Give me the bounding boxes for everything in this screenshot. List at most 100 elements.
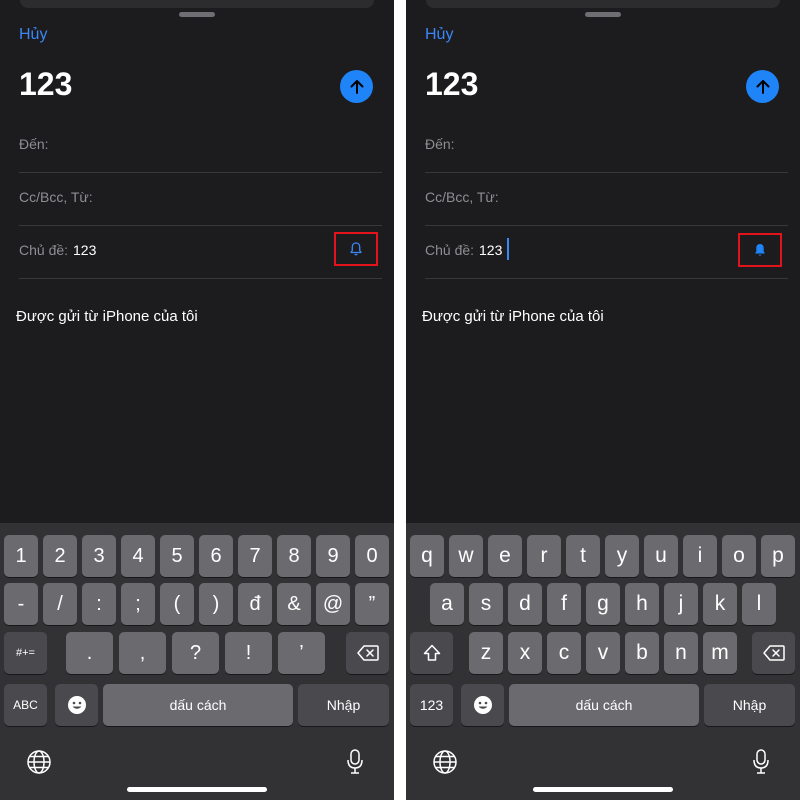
key-3[interactable]: 3: [82, 535, 116, 577]
subject-field[interactable]: Chủ đề: 123: [19, 226, 382, 279]
key-6[interactable]: 6: [199, 535, 233, 577]
key-close-paren[interactable]: ): [199, 583, 233, 625]
key-x[interactable]: x: [508, 632, 542, 674]
subject-value[interactable]: 123: [73, 242, 96, 258]
cancel-button[interactable]: Hủy: [19, 26, 47, 44]
key-hyphen[interactable]: -: [4, 583, 38, 625]
key-b[interactable]: b: [625, 632, 659, 674]
globe-button[interactable]: [25, 748, 53, 776]
key-l[interactable]: l: [742, 583, 776, 625]
key-5[interactable]: 5: [160, 535, 194, 577]
emoji-key[interactable]: [461, 684, 504, 726]
key-q[interactable]: q: [410, 535, 444, 577]
key-dong[interactable]: đ: [238, 583, 272, 625]
key-j[interactable]: j: [664, 583, 698, 625]
globe-icon: [27, 750, 51, 774]
key-z[interactable]: z: [469, 632, 503, 674]
email-body-signature[interactable]: Được gửi từ iPhone của tôi: [422, 308, 604, 325]
key-period[interactable]: .: [66, 632, 113, 674]
key-question[interactable]: ?: [172, 632, 219, 674]
shift-icon: [423, 644, 440, 661]
key-e[interactable]: e: [488, 535, 522, 577]
shift-key[interactable]: [410, 632, 453, 674]
key-comma[interactable]: ,: [119, 632, 166, 674]
globe-icon: [433, 750, 457, 774]
key-1[interactable]: 1: [4, 535, 38, 577]
abc-toggle-key[interactable]: ABC: [4, 684, 47, 726]
globe-button[interactable]: [431, 748, 459, 776]
cancel-button[interactable]: Hủy: [425, 26, 453, 44]
key-ampersand[interactable]: &: [277, 583, 311, 625]
delete-key[interactable]: [346, 632, 389, 674]
key-colon[interactable]: :: [82, 583, 116, 625]
key-o[interactable]: o: [722, 535, 756, 577]
key-c[interactable]: c: [547, 632, 581, 674]
key-slash[interactable]: /: [43, 583, 77, 625]
key-8[interactable]: 8: [277, 535, 311, 577]
cc-bcc-label: Cc/Bcc, Từ:: [425, 189, 499, 205]
key-4[interactable]: 4: [121, 535, 155, 577]
key-d[interactable]: d: [508, 583, 542, 625]
key-quote[interactable]: ”: [355, 583, 389, 625]
return-key[interactable]: Nhập: [704, 684, 795, 726]
numbers-toggle-key[interactable]: 123: [410, 684, 453, 726]
key-9[interactable]: 9: [316, 535, 350, 577]
dictation-button[interactable]: [747, 748, 775, 776]
home-indicator[interactable]: [127, 787, 267, 792]
key-i[interactable]: i: [683, 535, 717, 577]
emoji-icon: [473, 696, 492, 714]
to-field[interactable]: Đến:: [425, 120, 788, 173]
compose-title: 123: [425, 66, 479, 102]
space-key[interactable]: dấu cách: [509, 684, 699, 726]
key-g[interactable]: g: [586, 583, 620, 625]
text-cursor: [507, 238, 509, 260]
key-v[interactable]: v: [586, 632, 620, 674]
key-p[interactable]: p: [761, 535, 795, 577]
key-k[interactable]: k: [703, 583, 737, 625]
return-key[interactable]: Nhập: [298, 684, 389, 726]
send-button[interactable]: [340, 70, 373, 103]
key-0[interactable]: 0: [355, 535, 389, 577]
send-button[interactable]: [746, 70, 779, 103]
delete-key[interactable]: [752, 632, 795, 674]
compose-title: 123: [19, 66, 73, 102]
key-f[interactable]: f: [547, 583, 581, 625]
emoji-key[interactable]: [55, 684, 98, 726]
key-u[interactable]: u: [644, 535, 678, 577]
backspace-icon: [356, 645, 379, 661]
key-semicolon[interactable]: ;: [121, 583, 155, 625]
key-apostrophe[interactable]: ’: [278, 632, 325, 674]
symbols-toggle-key[interactable]: #+=: [4, 632, 47, 674]
background-sheet: [426, 0, 780, 8]
key-open-paren[interactable]: (: [160, 583, 194, 625]
background-sheet: [20, 0, 374, 8]
sheet-grabber[interactable]: [585, 12, 621, 17]
key-at[interactable]: @: [316, 583, 350, 625]
key-n[interactable]: n: [664, 632, 698, 674]
key-s[interactable]: s: [469, 583, 503, 625]
space-key[interactable]: dấu cách: [103, 684, 293, 726]
key-y[interactable]: y: [605, 535, 639, 577]
key-w[interactable]: w: [449, 535, 483, 577]
key-t[interactable]: t: [566, 535, 600, 577]
key-7[interactable]: 7: [238, 535, 272, 577]
cc-bcc-field[interactable]: Cc/Bcc, Từ:: [425, 173, 788, 226]
key-exclamation[interactable]: !: [225, 632, 272, 674]
key-a[interactable]: a: [430, 583, 464, 625]
mail-compose-right: Hủy 123 Đến: Cc/Bcc, Từ: Chủ đề: 123 Đượ…: [406, 0, 800, 800]
key-m[interactable]: m: [703, 632, 737, 674]
dictation-button[interactable]: [341, 748, 369, 776]
key-2[interactable]: 2: [43, 535, 77, 577]
notify-button[interactable]: [334, 232, 378, 266]
to-field[interactable]: Đến:: [19, 120, 382, 173]
email-body-signature[interactable]: Được gửi từ iPhone của tôi: [16, 308, 198, 325]
sheet-grabber[interactable]: [179, 12, 215, 17]
key-h[interactable]: h: [625, 583, 659, 625]
home-indicator[interactable]: [533, 787, 673, 792]
cc-bcc-field[interactable]: Cc/Bcc, Từ:: [19, 173, 382, 226]
notify-button[interactable]: [738, 233, 782, 267]
subject-field[interactable]: Chủ đề: 123: [425, 226, 788, 279]
subject-value[interactable]: 123: [479, 242, 502, 258]
cc-bcc-label: Cc/Bcc, Từ:: [19, 189, 93, 205]
key-r[interactable]: r: [527, 535, 561, 577]
